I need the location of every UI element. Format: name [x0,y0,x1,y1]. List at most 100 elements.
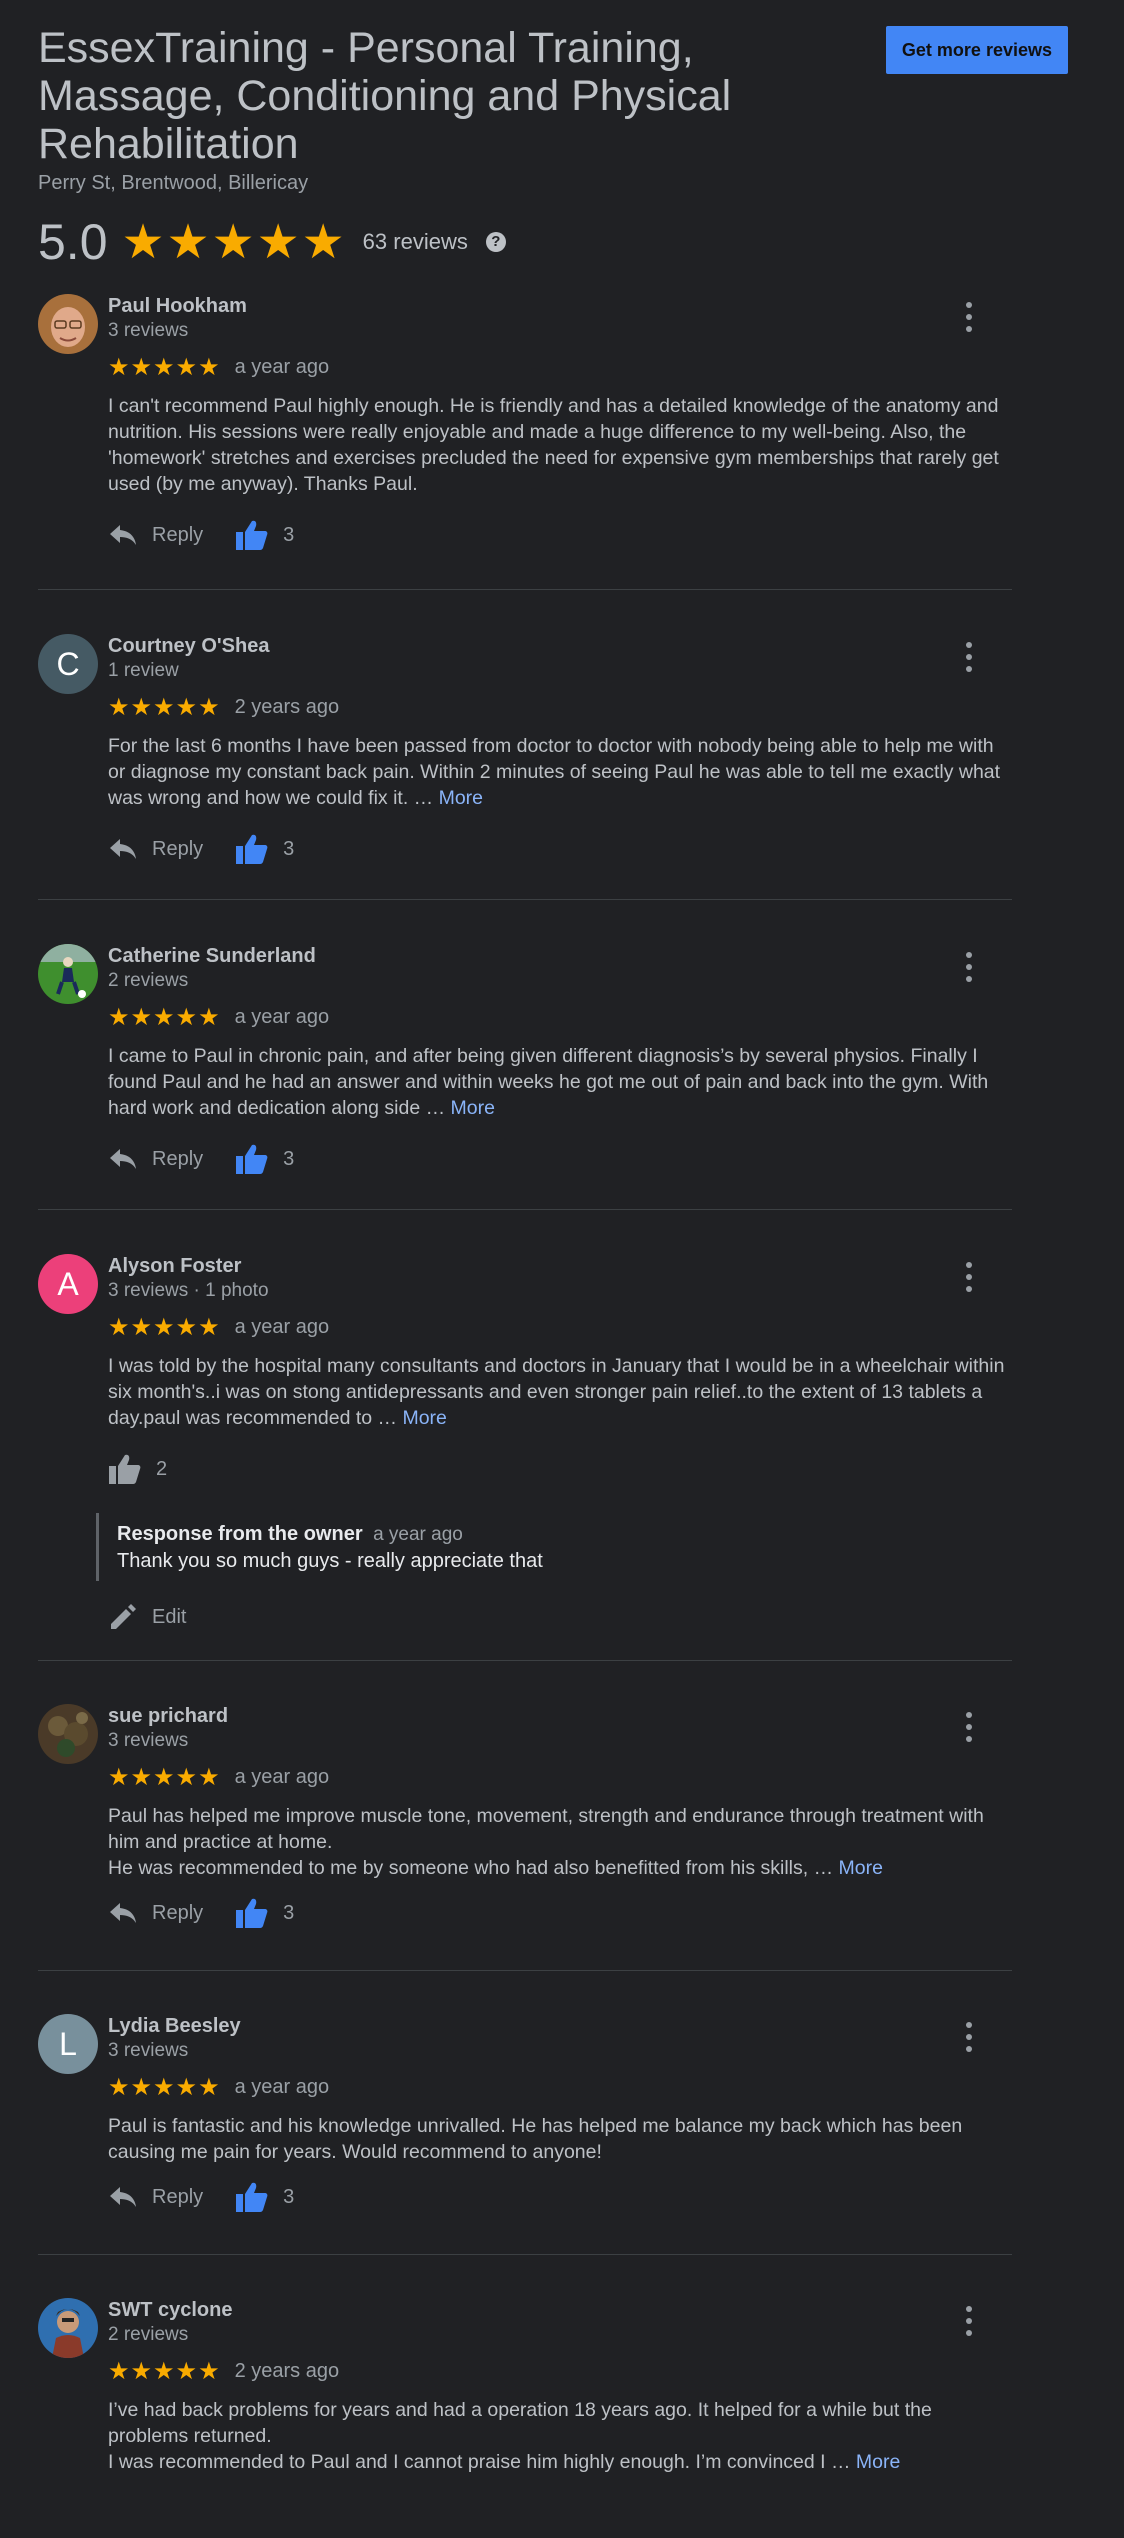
like-count: 3 [283,837,295,860]
like-count: 3 [283,523,295,546]
review-menu-icon[interactable] [964,642,974,672]
reviewer-name[interactable]: Lydia Beesley [108,2014,1012,2038]
rating-summary: 5.0 ★★★★★ 63 reviews ? [38,212,506,272]
thumbs-up-icon [236,2182,268,2212]
reply-arrow-icon [110,1149,136,1169]
review-text-body: I’ve had back problems for years and had… [108,2399,932,2473]
business-name: EssexTraining - Personal Training, Massa… [38,24,732,168]
review-count[interactable]: 63 reviews [363,229,468,255]
help-icon[interactable]: ? [485,232,506,252]
reviewer-avatar[interactable] [38,1704,98,1764]
review-menu-icon[interactable] [964,302,974,332]
reviewer-name[interactable]: sue prichard [108,1704,1012,1728]
owner-response-text: Thank you so much guys - really apprecia… [117,1550,543,1572]
more-link[interactable]: More [856,2451,900,2473]
like-button[interactable]: 3 [235,1143,294,1175]
more-link[interactable]: More [439,787,483,809]
thumbs-up-icon [236,834,268,864]
reply-button[interactable]: Reply [108,523,203,547]
review-menu-icon[interactable] [964,1262,974,1292]
reviewer-avatar[interactable]: A [38,1254,98,1314]
more-link[interactable]: More [451,1097,495,1119]
reviewer-avatar[interactable] [38,944,98,1004]
review-time: a year ago [234,2075,330,2098]
like-button[interactable]: 3 [235,519,294,551]
review-time: 2 years ago [234,2359,340,2382]
average-rating: 5.0 [38,214,108,270]
reply-button[interactable]: Reply [108,1147,203,1171]
reviewer-avatar[interactable] [38,294,98,354]
reviewer-name[interactable]: Catherine Sunderland [108,944,1012,968]
reply-button[interactable]: Reply [108,2185,203,2209]
photo-avatar-character-icon [38,2298,98,2358]
reply-button[interactable]: Reply [108,837,203,861]
review-time: a year ago [234,355,330,378]
review-menu-icon[interactable] [964,952,974,982]
review-text-body: I was told by the hospital many consulta… [108,1355,1005,1429]
review-text: Paul is fantastic and his knowledge unri… [108,2115,963,2163]
review-menu-icon[interactable] [964,2022,974,2052]
like-button[interactable]: 3 [235,1897,294,1929]
review-stars: ★★★★★ [108,2357,221,2385]
reviewer-avatar[interactable]: C [38,634,98,694]
like-button[interactable]: 2 [108,1453,167,1485]
review-text: Paul has helped me improve muscle tone, … [108,1803,1012,1881]
reply-label: Reply [152,1901,204,1924]
review-divider [38,2254,1012,2255]
review-stars: ★★★★★ [108,353,221,381]
reply-arrow-icon [110,839,136,859]
edit-label: Edit [152,1605,187,1628]
reply-label: Reply [152,2185,204,2208]
like-button[interactable]: 3 [235,2181,294,2213]
reply-label: Reply [152,1147,204,1170]
reply-arrow-icon [110,1903,136,1923]
review-divider [38,589,1012,590]
more-link[interactable]: More [402,1407,446,1429]
reviewer-meta: 3 reviews [108,320,189,341]
review-stars: ★★★★★ [108,1763,221,1791]
like-count: 2 [156,1457,168,1480]
reviewer-name[interactable]: Courtney O'Shea [108,634,1012,658]
review-time: a year ago [234,1765,330,1788]
photo-avatar-plant-icon [38,1704,98,1764]
like-count: 3 [283,2185,295,2208]
more-link[interactable]: More [839,1857,883,1879]
like-count: 3 [283,1901,295,1924]
review-menu-icon[interactable] [964,1712,974,1742]
reviewer-avatar[interactable] [38,2298,98,2358]
reviewer-meta: 2 reviews [108,970,189,991]
reviewer-name[interactable]: SWT cyclone [108,2298,1012,2322]
reviewer-meta: 1 review [108,660,179,681]
reviewer-meta: 3 reviews · 1 photo [108,1280,269,1301]
review-stars: ★★★★★ [108,1003,221,1031]
get-more-reviews-button[interactable]: Get more reviews [885,26,1068,74]
edit-button[interactable]: Edit [108,1602,186,1632]
pencil-icon [111,1604,136,1629]
review-stars: ★★★★★ [108,693,221,721]
review-time: a year ago [234,1315,330,1338]
like-button[interactable]: 3 [235,833,294,865]
review-time: 2 years ago [234,695,340,718]
review-text-body: I came to Paul in chronic pain, and afte… [108,1045,989,1119]
review-text: I can't recommend Paul highly enough. He… [108,395,999,495]
reviewer-meta: 3 reviews [108,1730,189,1751]
business-address: Perry St, Brentwood, Billericay [38,172,309,194]
review-menu-icon[interactable] [964,2306,974,2336]
reply-button[interactable]: Reply [108,1901,203,1925]
review-time: a year ago [234,1005,330,1028]
review-text: I was told by the hospital many consulta… [108,1353,1012,1431]
thumbs-up-icon [236,1898,268,1928]
reply-arrow-icon [110,2187,136,2207]
thumbs-up-icon [236,520,268,550]
review-stars: ★★★★★ [108,1313,221,1341]
review-divider [38,1660,1012,1661]
review-divider [38,1970,1012,1971]
average-stars: ★★★★★ [121,216,347,269]
review-text: For the last 6 months I have been passed… [108,733,1012,811]
reviewer-avatar[interactable]: L [38,2014,98,2074]
reviewer-name[interactable]: Alyson Foster [108,1254,1012,1278]
owner-response: Response from the owner a year ago Thank… [96,1513,1012,1581]
reviewer-name[interactable]: Paul Hookham [108,294,1012,318]
owner-response-label: Response from the owner [117,1523,363,1545]
review-text: I came to Paul in chronic pain, and afte… [108,1043,1012,1121]
